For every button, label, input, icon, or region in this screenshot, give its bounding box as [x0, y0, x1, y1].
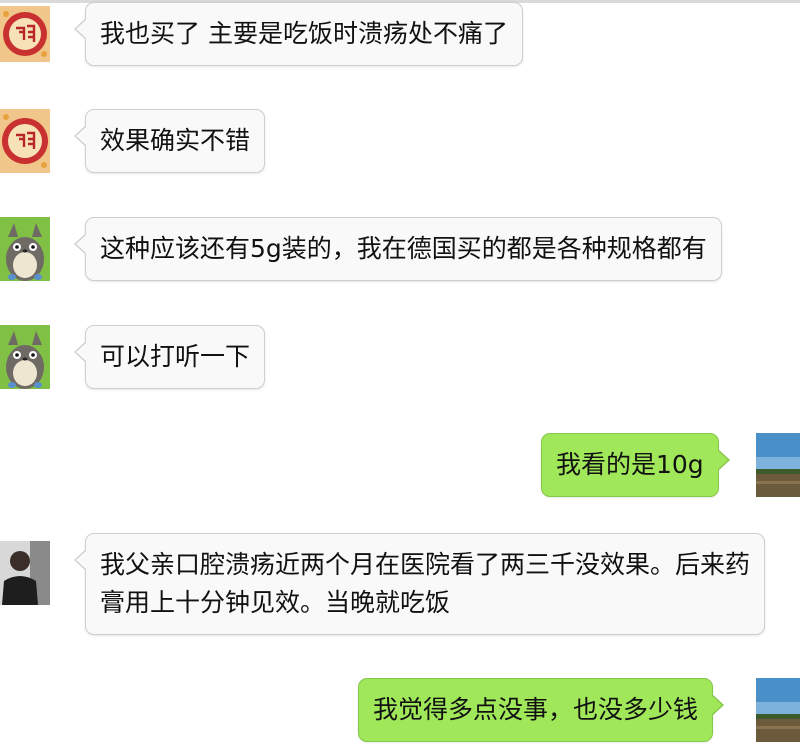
message-text-line-1: 我父亲口腔溃疡近两个月在医院看了两三千没效果。后来药 [100, 550, 751, 579]
message-bubble-outgoing[interactable]: 我觉得多点没事，也没多少钱 [358, 678, 725, 742]
landscape-avatar-image [756, 433, 800, 497]
message-text: 可以打听一下 [100, 342, 251, 371]
message-text: 我觉得多点没事，也没多少钱 [373, 695, 699, 724]
fu-avatar[interactable] [0, 109, 50, 173]
totoro-avatar[interactable] [0, 217, 50, 281]
message-text: 我看的是10g [556, 450, 704, 479]
message-bubble-incoming[interactable]: 这种应该还有5g装的，我在德国买的都是各种规格都有 [74, 217, 722, 281]
fu-avatar-image [0, 109, 50, 173]
message-bubble-incoming[interactable]: 可以打听一下 [73, 325, 266, 389]
message-text-line-2: 膏用上十分钟见效。当晚就吃饭 [100, 588, 451, 617]
message-text: 效果确实不错 [100, 126, 251, 155]
person-avatar[interactable] [0, 541, 50, 605]
landscape-avatar-image [756, 678, 800, 742]
fu-avatar-image [0, 6, 50, 62]
landscape-avatar[interactable] [756, 433, 800, 497]
landscape-avatar[interactable] [756, 678, 800, 742]
totoro-avatar-image [0, 325, 50, 389]
person-photo-avatar-image [0, 541, 50, 605]
message-text: 我也买了 主要是吃饭时溃疡处不痛了 [100, 19, 508, 48]
message-bubble-incoming[interactable]: 我也买了 主要是吃饭时溃疡处不痛了 [74, 2, 523, 66]
totoro-avatar[interactable] [0, 325, 50, 389]
message-bubble-incoming[interactable]: 效果确实不错 [73, 109, 266, 173]
totoro-avatar-image [0, 217, 50, 281]
message-text: 这种应该还有5g装的，我在德国买的都是各种规格都有 [100, 234, 707, 263]
message-bubble-incoming[interactable]: 我父亲口腔溃疡近两个月在医院看了两三千没效果。后来药 膏用上十分钟见效。当晚就吃… [73, 533, 766, 635]
fu-avatar[interactable] [0, 6, 50, 62]
message-bubble-outgoing[interactable]: 我看的是10g [541, 433, 730, 497]
